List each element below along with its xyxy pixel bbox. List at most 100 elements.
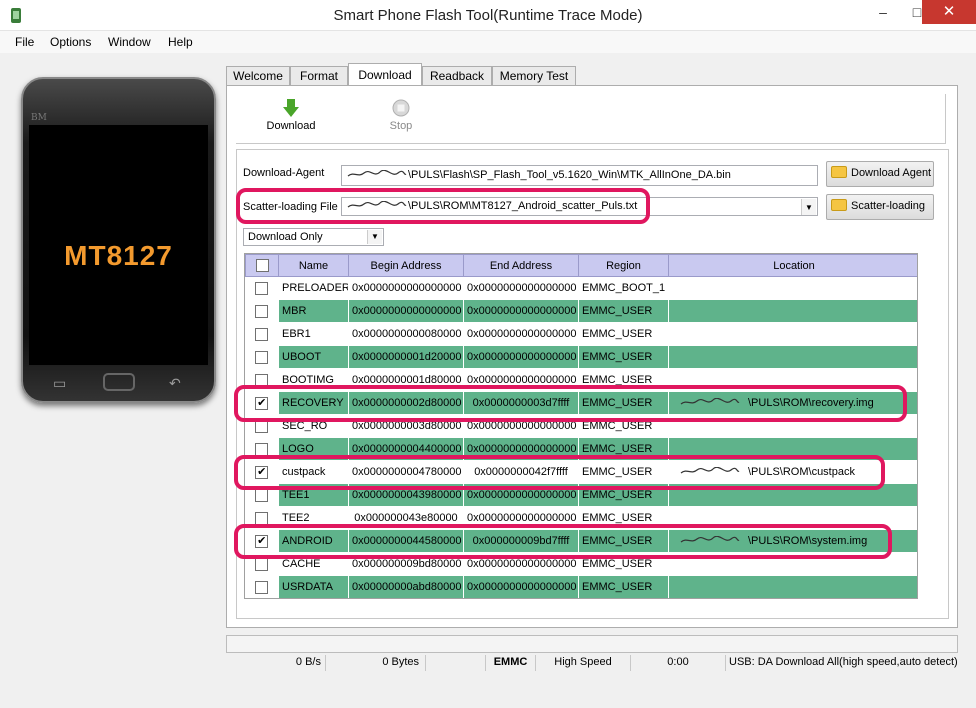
download-agent-label: Download-Agent bbox=[243, 167, 325, 179]
region-cell: EMMC_USER bbox=[578, 322, 669, 346]
tab-welcome[interactable]: Welcome bbox=[226, 66, 290, 86]
menu-help[interactable]: Help bbox=[168, 35, 193, 49]
table-row[interactable]: TEE1 0x0000000043980000 0x0000000000000000… bbox=[245, 483, 917, 507]
region-cell: EMMC_USER bbox=[578, 483, 669, 507]
scatter-loading-value: \PULS\ROM\MT8127_Android_scatter_Puls.tx… bbox=[408, 200, 638, 212]
location-cell[interactable] bbox=[668, 552, 917, 576]
download-button[interactable]: Download bbox=[264, 98, 318, 132]
location-cell[interactable]: \PULS\ROM\system.img bbox=[668, 529, 917, 553]
row-checkbox[interactable] bbox=[255, 488, 269, 502]
location-cell[interactable]: \PULS\ROM\recovery.img bbox=[668, 391, 917, 415]
download-mode-select[interactable]: Download Only ▼ bbox=[243, 228, 384, 246]
table-row[interactable]: CACHE 0x000000009bd80000 0x000000000000000… bbox=[245, 552, 917, 576]
table-row[interactable]: EBR1 0x0000000000080000 0x0000000000000000… bbox=[245, 322, 917, 346]
table-row[interactable]: BOOTIMG 0x0000000001d80000 0x0000000000000… bbox=[245, 368, 917, 392]
end-address-cell: 0x0000000000000000 bbox=[463, 552, 579, 576]
table-row[interactable]: ✔ RECOVERY 0x0000000002d80000 0x0000000003d… bbox=[245, 391, 917, 415]
row-checkbox-cell bbox=[245, 506, 279, 530]
tab-memory-test[interactable]: Memory Test bbox=[492, 66, 576, 86]
location-cell[interactable] bbox=[668, 368, 917, 392]
location-cell[interactable] bbox=[668, 299, 917, 323]
row-checkbox[interactable] bbox=[255, 580, 269, 594]
tab-download[interactable]: Download bbox=[348, 63, 422, 87]
end-address-cell: 0x0000000000000000 bbox=[463, 506, 579, 530]
row-checkbox[interactable] bbox=[255, 304, 269, 318]
header-name[interactable]: Name bbox=[278, 254, 349, 277]
end-address-cell: 0x0000000000000000 bbox=[463, 276, 579, 300]
row-checkbox[interactable]: ✔ bbox=[255, 534, 269, 548]
menu-file[interactable]: File bbox=[15, 35, 34, 49]
header-location[interactable]: Location bbox=[668, 254, 917, 277]
menu-window[interactable]: Window bbox=[108, 35, 151, 49]
location-cell[interactable] bbox=[668, 345, 917, 369]
header-region[interactable]: Region bbox=[578, 254, 669, 277]
partition-name-cell: LOGO bbox=[278, 437, 349, 461]
scatter-loading-combo[interactable]: \PULS\ROM\MT8127_Android_scatter_Puls.tx… bbox=[341, 197, 818, 216]
row-checkbox-cell bbox=[245, 552, 279, 576]
location-cell[interactable] bbox=[668, 414, 917, 438]
region-cell: EMMC_USER bbox=[578, 414, 669, 438]
region-cell: EMMC_USER bbox=[578, 460, 669, 484]
table-row[interactable]: LOGO 0x0000000004400000 0x0000000000000000… bbox=[245, 437, 917, 461]
select-all-checkbox[interactable] bbox=[255, 259, 269, 272]
header-end-address[interactable]: End Address bbox=[463, 254, 579, 277]
stop-button[interactable]: Stop bbox=[381, 98, 421, 132]
table-row[interactable]: TEE2 0x000000043e80000 0x0000000000000000 E… bbox=[245, 506, 917, 530]
begin-address-cell: 0x0000000044580000 bbox=[348, 529, 464, 553]
row-checkbox[interactable]: ✔ bbox=[255, 396, 269, 410]
home-key-icon bbox=[103, 373, 135, 391]
download-mode-value: Download Only bbox=[248, 231, 323, 243]
location-cell[interactable] bbox=[668, 483, 917, 507]
table-row[interactable]: UBOOT 0x0000000001d20000 0x000000000000000… bbox=[245, 345, 917, 369]
table-row[interactable]: PRELOADER 0x0000000000000000 0x00000000000… bbox=[245, 276, 917, 300]
row-checkbox[interactable] bbox=[255, 327, 269, 341]
region-cell: EMMC_USER bbox=[578, 368, 669, 392]
location-cell[interactable]: \PULS\ROM\custpack bbox=[668, 460, 917, 484]
header-select-all[interactable] bbox=[245, 254, 279, 277]
table-row[interactable]: MBR 0x0000000000000000 0x0000000000000000 E… bbox=[245, 299, 917, 323]
header-begin-address[interactable]: Begin Address bbox=[348, 254, 464, 277]
partition-name-cell: BOOTIMG bbox=[278, 368, 349, 392]
location-cell[interactable] bbox=[668, 276, 917, 300]
row-checkbox[interactable] bbox=[255, 281, 269, 295]
minimize-button[interactable]: – bbox=[866, 0, 900, 24]
chevron-down-icon[interactable]: ▼ bbox=[801, 199, 816, 215]
row-checkbox[interactable] bbox=[255, 557, 269, 571]
download-arrow-icon bbox=[283, 99, 299, 117]
end-address-cell: 0x0000000000000000 bbox=[463, 483, 579, 507]
download-agent-field[interactable]: \PULS\Flash\SP_Flash_Tool_v5.1620_Win\MT… bbox=[341, 165, 818, 186]
table-row[interactable]: ✔ custpack 0x0000000004780000 0x0000000042f… bbox=[245, 460, 917, 484]
row-checkbox[interactable] bbox=[255, 419, 269, 433]
location-cell[interactable] bbox=[668, 437, 917, 461]
progress-bar bbox=[226, 635, 958, 653]
stop-icon bbox=[392, 99, 410, 117]
tab-readback[interactable]: Readback bbox=[422, 66, 492, 86]
row-checkbox[interactable] bbox=[255, 442, 269, 456]
row-checkbox-cell bbox=[245, 299, 279, 323]
close-button[interactable]: ✕ bbox=[922, 0, 976, 24]
begin-address-cell: 0x0000000043980000 bbox=[348, 483, 464, 507]
table-row[interactable]: USRDATA 0x00000000abd80000 0x0000000000000… bbox=[245, 575, 917, 598]
begin-address-cell: 0x000000009bd80000 bbox=[348, 552, 464, 576]
row-checkbox[interactable]: ✔ bbox=[255, 465, 269, 479]
row-checkbox[interactable] bbox=[255, 350, 269, 364]
location-cell[interactable] bbox=[668, 322, 917, 346]
partition-name-cell: MBR bbox=[278, 299, 349, 323]
scatter-loading-button[interactable]: Scatter-loading bbox=[826, 194, 934, 220]
table-row[interactable]: SEC_RO 0x0000000003d80000 0x00000000000000… bbox=[245, 414, 917, 438]
location-cell[interactable] bbox=[668, 575, 917, 598]
row-checkbox[interactable] bbox=[255, 511, 269, 525]
menu-bar: File Options Window Help bbox=[0, 31, 976, 53]
row-checkbox[interactable] bbox=[255, 373, 269, 387]
download-agent-button[interactable]: Download Agent bbox=[826, 161, 934, 187]
row-checkbox-cell bbox=[245, 345, 279, 369]
tab-format[interactable]: Format bbox=[290, 66, 348, 86]
chevron-down-icon[interactable]: ▼ bbox=[367, 230, 382, 244]
end-address-cell: 0x0000000042f7ffff bbox=[463, 460, 579, 484]
row-checkbox-cell: ✔ bbox=[245, 391, 279, 415]
menu-options[interactable]: Options bbox=[50, 35, 91, 49]
status-time: 0:00 bbox=[631, 655, 726, 671]
location-cell[interactable] bbox=[668, 506, 917, 530]
table-row[interactable]: ✔ ANDROID 0x0000000044580000 0x000000009bd7… bbox=[245, 529, 917, 553]
partition-name-cell: RECOVERY bbox=[278, 391, 349, 415]
